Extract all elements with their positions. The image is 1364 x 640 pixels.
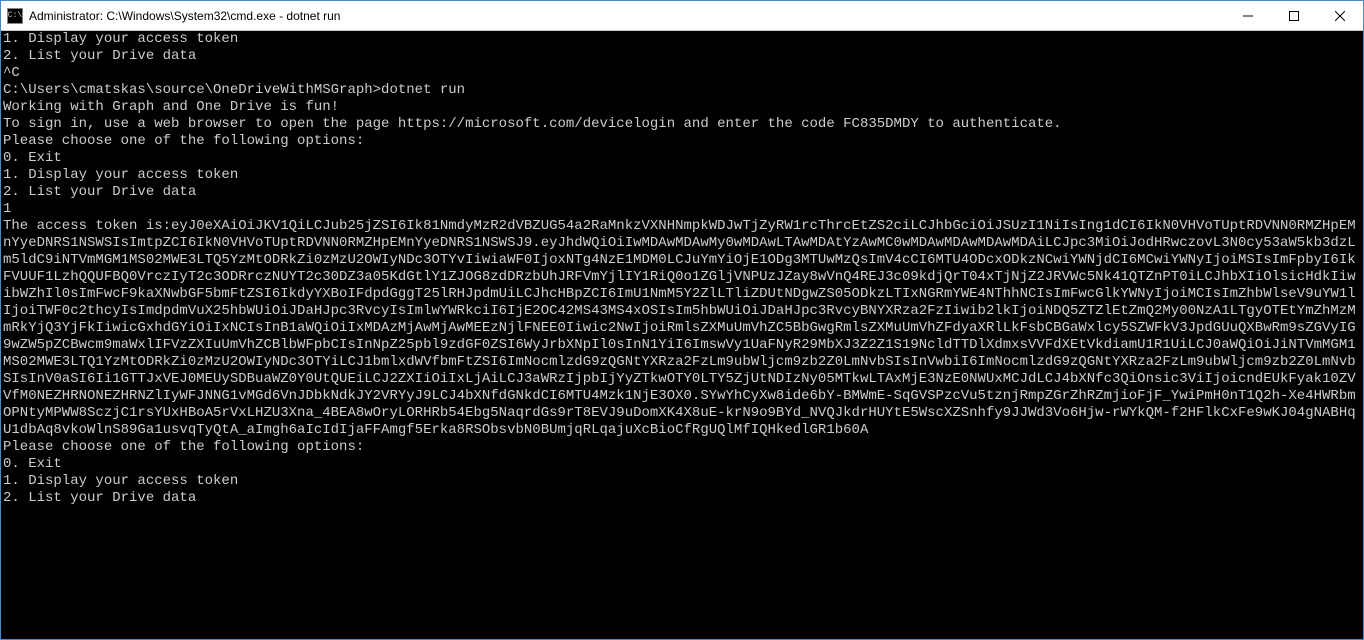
- titlebar[interactable]: C:\ Administrator: C:\Windows\System32\c…: [1, 1, 1363, 31]
- terminal-line: 1. Display your access token: [3, 167, 1361, 184]
- terminal-line: Working with Graph and One Drive is fun!: [3, 99, 1361, 116]
- terminal-line: The access token is:eyJ0eXAiOiJKV1QiLCJu…: [3, 218, 1361, 439]
- terminal-line: Please choose one of the following optio…: [3, 133, 1361, 150]
- terminal-line: 1. Display your access token: [3, 31, 1361, 48]
- terminal-line: 2. List your Drive data: [3, 48, 1361, 65]
- close-icon: [1335, 11, 1345, 21]
- window-controls: [1225, 1, 1363, 30]
- cmd-icon: C:\: [7, 8, 23, 24]
- minimize-icon: [1243, 11, 1253, 21]
- terminal-line: 1: [3, 201, 1361, 218]
- terminal-line: C:\Users\cmatskas\source\OneDriveWithMSG…: [3, 82, 1361, 99]
- terminal-line: ^C: [3, 65, 1361, 82]
- terminal-line: Please choose one of the following optio…: [3, 439, 1361, 456]
- window-title: Administrator: C:\Windows\System32\cmd.e…: [29, 9, 1225, 23]
- terminal-output[interactable]: 1. Display your access token2. List your…: [1, 31, 1363, 639]
- maximize-icon: [1289, 11, 1299, 21]
- terminal-line: 1. Display your access token: [3, 473, 1361, 490]
- terminal-line: To sign in, use a web browser to open th…: [3, 116, 1361, 133]
- cmd-window: C:\ Administrator: C:\Windows\System32\c…: [0, 0, 1364, 640]
- terminal-line: 0. Exit: [3, 456, 1361, 473]
- terminal-line: 2. List your Drive data: [3, 184, 1361, 201]
- maximize-button[interactable]: [1271, 1, 1317, 30]
- minimize-button[interactable]: [1225, 1, 1271, 30]
- terminal-line: 2. List your Drive data: [3, 490, 1361, 507]
- close-button[interactable]: [1317, 1, 1363, 30]
- terminal-line: 0. Exit: [3, 150, 1361, 167]
